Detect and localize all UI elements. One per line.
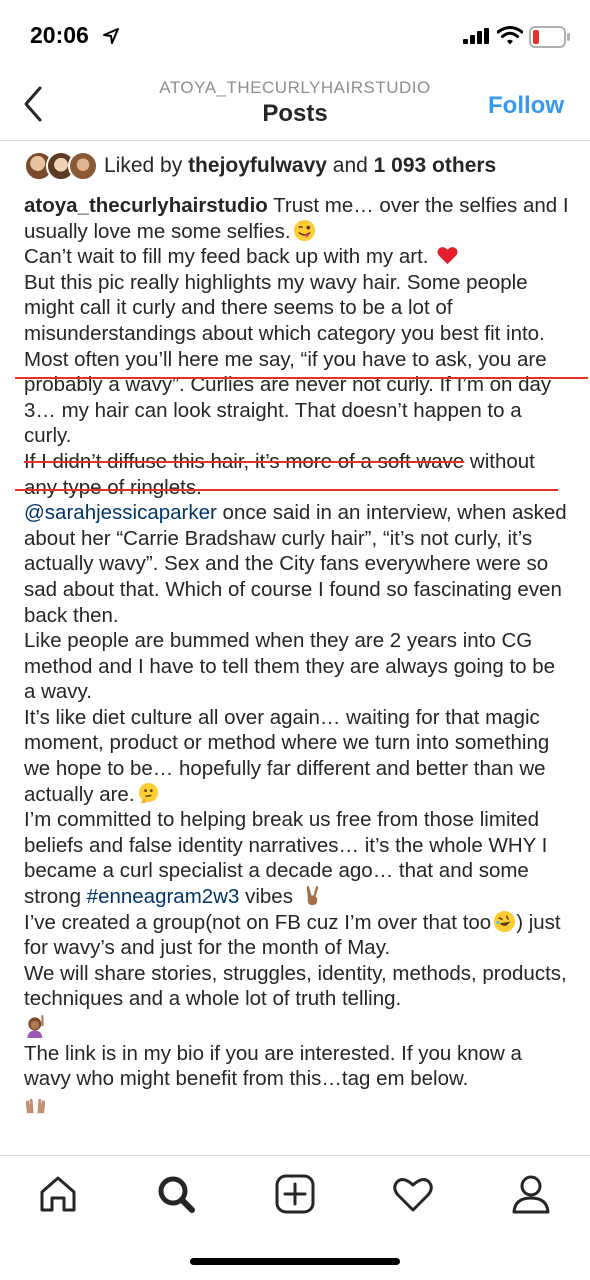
victory-hand-emoji-icon bbox=[306, 885, 318, 906]
winking-tongue-emoji-icon bbox=[293, 219, 315, 241]
caption-text: We will share stories, struggles, identi… bbox=[24, 961, 567, 1011]
navigation-header: ATOYA_THECURLYHAIRSTUDIO Posts Follow bbox=[0, 70, 590, 141]
caption-paragraph: I’m committed to helping break us free f… bbox=[24, 807, 569, 909]
wifi-icon bbox=[497, 26, 523, 45]
caption-paragraph: Most often you’ll here me say, “if you h… bbox=[24, 347, 552, 448]
activity-heart-icon[interactable] bbox=[391, 1172, 435, 1216]
caption-paragraph: But this pic really highlights my wavy h… bbox=[24, 270, 545, 345]
caption-text: It’s like diet culture all over again… w… bbox=[24, 705, 550, 806]
battery-low-icon bbox=[529, 26, 570, 48]
mention-link[interactable]: @sarahjessicaparker bbox=[24, 501, 217, 524]
annotation-red-line-bottom bbox=[15, 489, 558, 491]
caption-text: The link is in my bio if you are interes… bbox=[24, 1041, 522, 1091]
likes-prefix: Liked by bbox=[104, 154, 189, 177]
post-caption: atoya_thecurlyhairstudio Trust me… over … bbox=[24, 193, 569, 1117]
status-bar: 20:06 bbox=[0, 0, 590, 70]
follow-button[interactable]: Follow bbox=[488, 92, 564, 120]
red-heart-emoji-icon bbox=[437, 247, 458, 265]
likes-text[interactable]: Liked by thejoyfulwavy and 1 093 others bbox=[104, 154, 496, 178]
status-time: 20:06 bbox=[30, 22, 89, 48]
hashtag-link[interactable]: #enneagram2w3 bbox=[87, 885, 240, 908]
location-arrow-icon bbox=[103, 28, 119, 44]
avatar bbox=[68, 151, 98, 181]
home-icon[interactable] bbox=[36, 1172, 80, 1216]
raised-hands-emoji-icon bbox=[25, 1098, 46, 1113]
likes-middle: and bbox=[326, 154, 374, 177]
likes-row[interactable]: Liked by thejoyfulwavy and 1 093 others bbox=[24, 150, 584, 182]
caption-text: Can’t wait to fill my feed back up with … bbox=[24, 245, 429, 269]
caption-paragraph: It’s like diet culture all over again… w… bbox=[24, 705, 569, 807]
new-post-icon[interactable] bbox=[273, 1172, 317, 1216]
caption-paragraph: I’ve created a group(not on FB cuz I’m o… bbox=[24, 910, 569, 961]
annotation-red-line-top bbox=[15, 377, 588, 379]
caption-text: vibes bbox=[239, 885, 293, 909]
likes-count[interactable]: 1 093 others bbox=[374, 154, 497, 177]
cellular-signal-icon bbox=[463, 28, 489, 44]
profile-icon[interactable] bbox=[509, 1172, 553, 1216]
liker-avatars[interactable] bbox=[24, 151, 98, 181]
caption-paragraph: We will share stories, struggles, identi… bbox=[24, 961, 569, 1041]
raising-hand-woman-emoji-icon bbox=[27, 1015, 44, 1038]
caption-paragraph: atoya_thecurlyhairstudio Trust me… over … bbox=[24, 193, 569, 244]
liker-username[interactable]: thejoyfulwavy bbox=[188, 154, 327, 177]
struck-text: If I didn’t diffuse this hair, it’s more… bbox=[24, 449, 465, 473]
caption-paragraph: If I didn’t diffuse this hair, it’s more… bbox=[24, 449, 569, 500]
caption-paragraph: The link is in my bio if you are interes… bbox=[24, 1041, 569, 1118]
thinking-face-emoji-icon bbox=[138, 782, 158, 803]
caption-paragraph: @sarahjessicaparker once said in an inte… bbox=[24, 500, 569, 628]
search-icon[interactable] bbox=[154, 1172, 198, 1216]
caption-username[interactable]: atoya_thecurlyhairstudio bbox=[24, 194, 268, 217]
rolling-laughing-emoji-icon bbox=[494, 910, 516, 932]
caption-paragraph: Like people are bummed when they are 2 y… bbox=[24, 629, 556, 704]
caption-paragraph: Can’t wait to fill my feed back up with … bbox=[24, 244, 569, 270]
home-indicator[interactable] bbox=[190, 1258, 400, 1265]
bottom-tab-bar bbox=[0, 1155, 590, 1236]
caption-text: I’ve created a group(not on FB cuz I’m o… bbox=[24, 910, 492, 934]
